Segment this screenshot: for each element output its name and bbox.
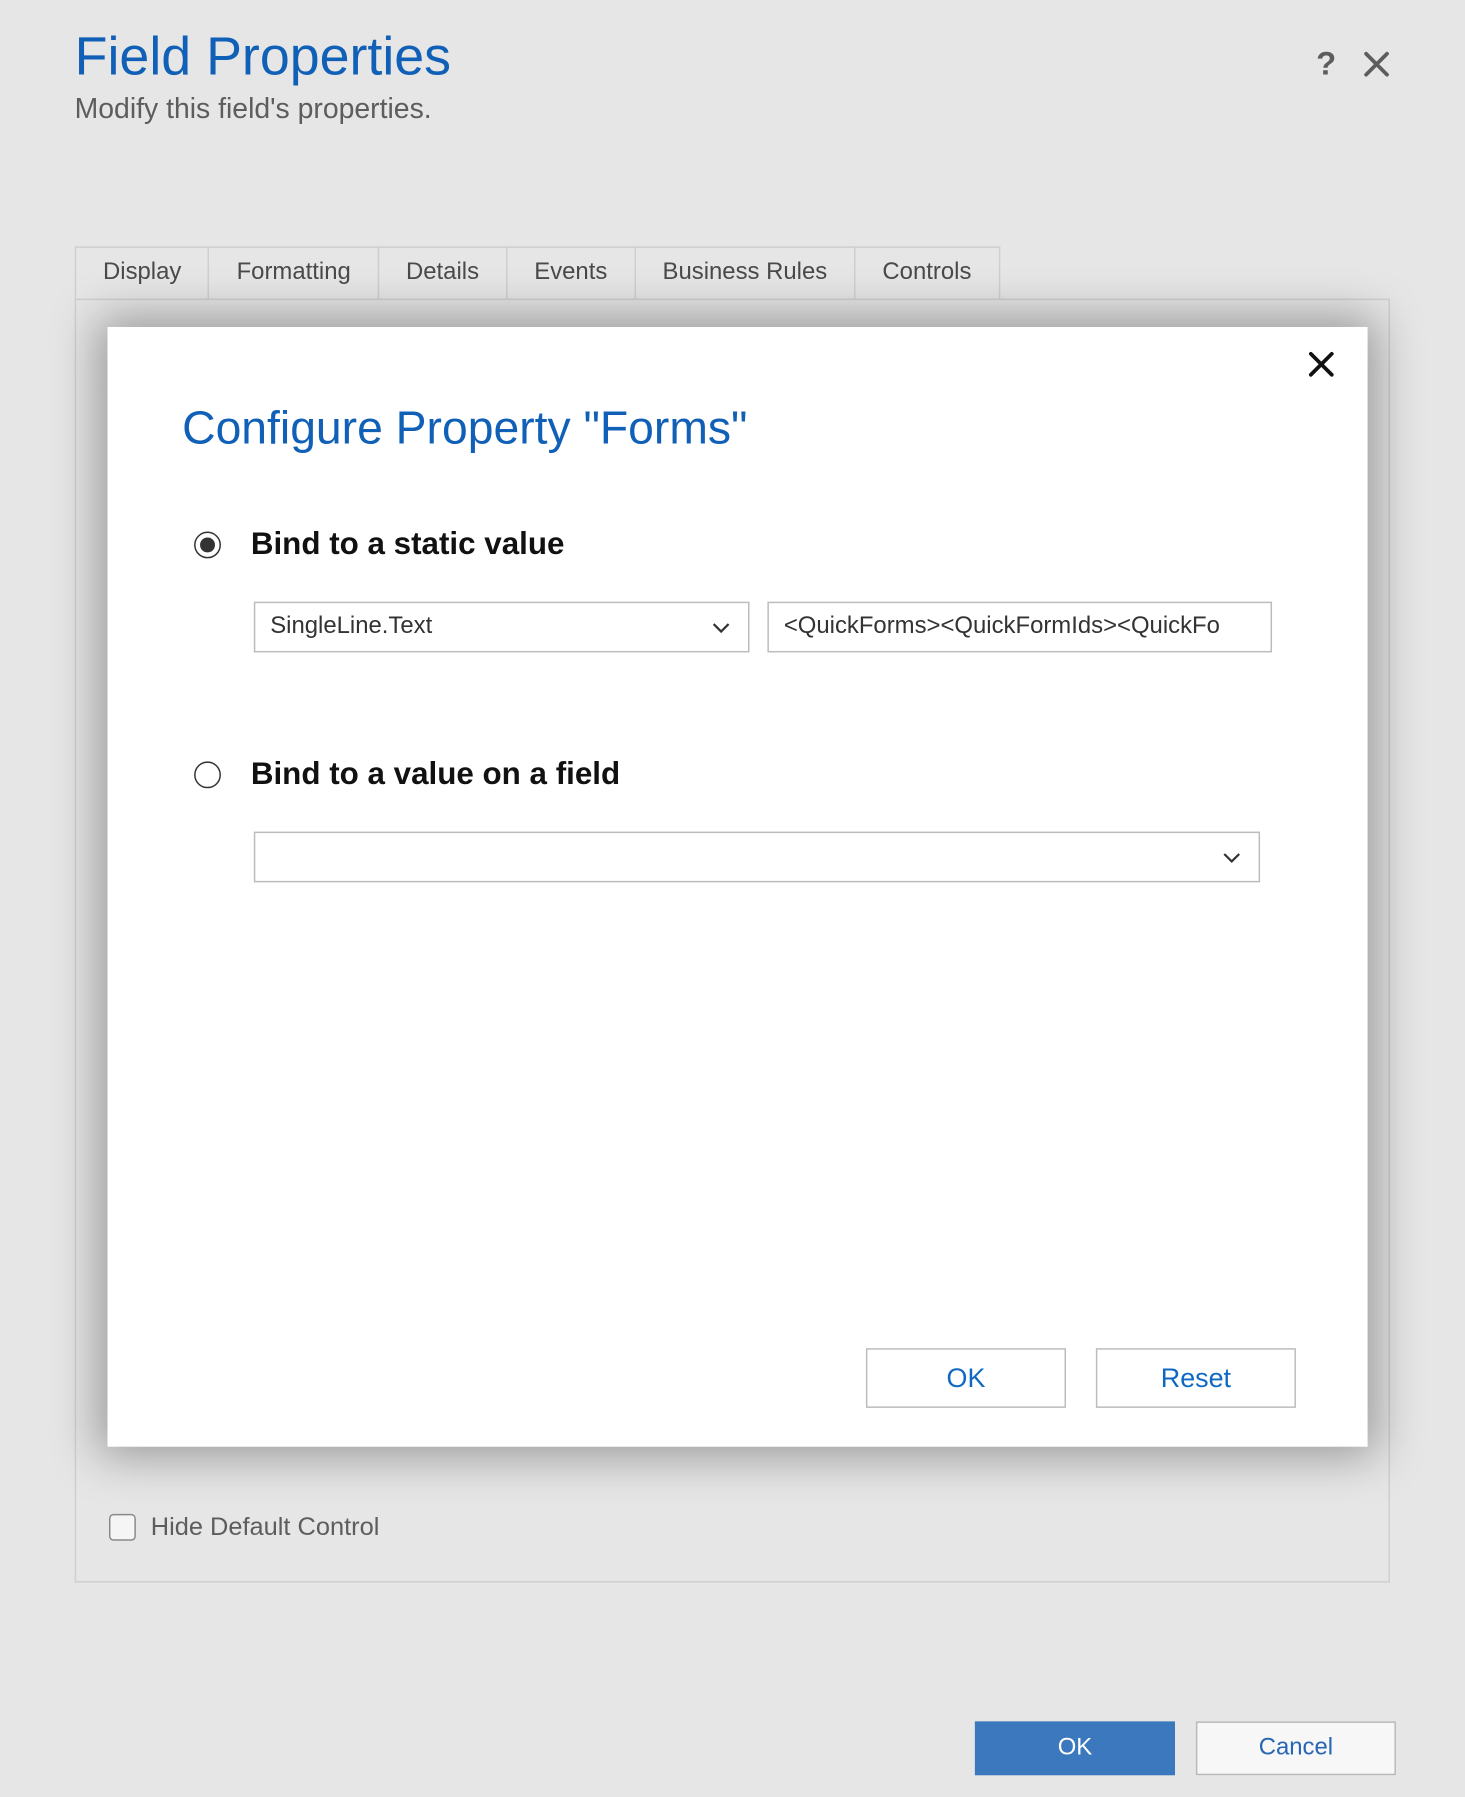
close-icon[interactable] — [1363, 51, 1390, 78]
radio-bind-field[interactable] — [194, 761, 221, 788]
cancel-button[interactable]: Cancel — [1196, 1721, 1396, 1775]
static-type-value: SingleLine.Text — [270, 614, 432, 641]
bind-static-label: Bind to a static value — [251, 527, 565, 563]
hide-default-checkbox[interactable] — [109, 1514, 136, 1541]
field-select[interactable] — [254, 832, 1260, 883]
help-icon[interactable]: ? — [1316, 45, 1336, 84]
bind-field-label: Bind to a value on a field — [251, 757, 620, 793]
modal-title: Configure Property "Forms" — [182, 402, 1293, 456]
page-subtitle: Modify this field's properties. — [75, 94, 451, 127]
static-value-text: <QuickForms><QuickFormIds><QuickFo — [784, 614, 1220, 641]
static-value-input[interactable]: <QuickForms><QuickFormIds><QuickFo — [767, 602, 1272, 653]
page-title: Field Properties — [75, 24, 451, 88]
ok-button[interactable]: OK — [975, 1721, 1175, 1775]
tab-business-rules[interactable]: Business Rules — [634, 247, 855, 299]
tab-details[interactable]: Details — [378, 247, 508, 299]
tab-formatting[interactable]: Formatting — [208, 247, 379, 299]
chevron-down-icon — [1220, 845, 1244, 869]
configure-property-modal: Configure Property "Forms" Bind to a sta… — [107, 327, 1367, 1447]
modal-ok-button[interactable]: OK — [866, 1348, 1066, 1408]
modal-reset-button[interactable]: Reset — [1096, 1348, 1296, 1408]
tab-display[interactable]: Display — [75, 247, 210, 299]
tab-events[interactable]: Events — [506, 247, 636, 299]
static-type-select[interactable]: SingleLine.Text — [254, 602, 750, 653]
hide-default-label: Hide Default Control — [151, 1513, 380, 1543]
radio-bind-static[interactable] — [194, 532, 221, 559]
tab-controls[interactable]: Controls — [854, 247, 1000, 299]
modal-close-icon[interactable] — [1308, 351, 1335, 378]
chevron-down-icon — [709, 615, 733, 639]
tab-strip: Display Formatting Details Events Busine… — [75, 247, 1390, 299]
